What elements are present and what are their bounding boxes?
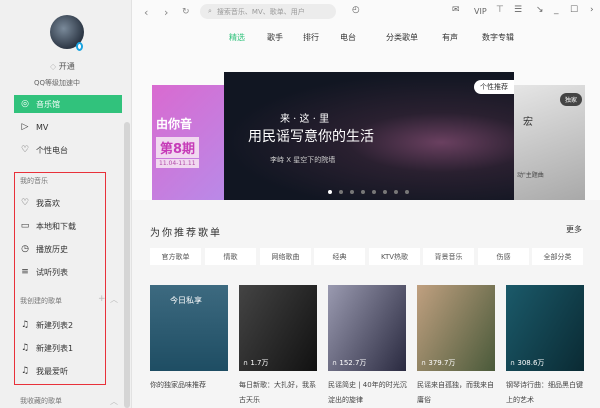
search-icon: ⌕: [208, 7, 212, 15]
sidebar: ◇ 开通 QQ等级加速中 ◎ 音乐馆 ▷ MV ♡ 个性电台 我的音乐 ♡ 我喜欢 ▭ 本…: [0, 0, 132, 408]
collapse-icon[interactable]: ︿: [110, 396, 118, 407]
sidebar-item-mv[interactable]: ▷ MV: [14, 118, 122, 136]
playlist-card[interactable]: ∩ 379.7万: [417, 285, 495, 371]
highlight-box: [14, 172, 106, 385]
banner-left[interactable]: 由你音 第8期 11.04-11.11: [152, 85, 226, 201]
collected-playlists-header: 我收藏的歌单: [20, 397, 62, 405]
vip-button[interactable]: VIP: [474, 7, 487, 16]
tab-digital-albums[interactable]: 数字专辑: [482, 32, 514, 43]
playlist-caption[interactable]: 民谣来自孤独，而我来自庸俗: [417, 378, 499, 408]
diamond-icon: ◇: [50, 62, 59, 71]
sidebar-scrollbar[interactable]: [124, 122, 130, 408]
tab-charts[interactable]: 排行: [303, 32, 319, 43]
playlist-caption[interactable]: 民谣简史 | 40年的时光沉淀出的旋律: [328, 378, 410, 408]
playlist-caption[interactable]: 钢琴诗行曲：细品黑白键上的艺术: [506, 378, 588, 408]
sidebar-item-music-hall[interactable]: ◎ 音乐馆: [14, 95, 122, 113]
tab-singers[interactable]: 歌手: [267, 32, 283, 43]
carousel-dots[interactable]: [328, 190, 409, 194]
playlist-card[interactable]: ∩ 152.7万: [328, 285, 406, 371]
online-badge: [76, 42, 83, 51]
carousel-dot[interactable]: [405, 190, 409, 194]
carousel-dot[interactable]: [372, 190, 376, 194]
maximize-icon[interactable]: ☐: [570, 5, 578, 15]
forward-icon[interactable]: ›: [164, 6, 168, 19]
category-chip[interactable]: 网络歌曲: [260, 248, 311, 265]
recognize-icon[interactable]: ◴: [352, 5, 360, 15]
section-title: 为你推荐歌单: [150, 228, 222, 239]
carousel-dot[interactable]: [350, 190, 354, 194]
music-hall-icon: ◎: [21, 99, 29, 109]
collapse-icon[interactable]: ︿: [110, 294, 118, 305]
banner-main[interactable]: 个性推荐 来 · 这 · 里 用民谣写意你的生活 李峙 X 星空下的院墙: [224, 72, 514, 200]
carousel-dot[interactable]: [394, 190, 398, 194]
playlist-card[interactable]: ∩ 308.6万: [506, 285, 584, 371]
carousel-dot[interactable]: [383, 190, 387, 194]
mv-icon: ▷: [21, 122, 29, 132]
tab-featured[interactable]: 精选: [229, 32, 245, 43]
banner-badge: 个性推荐: [474, 80, 514, 94]
skin-icon[interactable]: ⊤: [496, 5, 504, 15]
mini-mode-icon[interactable]: ↘: [536, 5, 544, 15]
carousel-dot[interactable]: [339, 190, 343, 194]
close-icon[interactable]: ›: [590, 5, 594, 15]
category-chip[interactable]: 伤感: [478, 248, 529, 265]
minimize-icon[interactable]: _: [554, 5, 559, 15]
refresh-icon[interactable]: ↻: [182, 7, 190, 17]
category-chip[interactable]: 经典: [314, 248, 365, 265]
category-chip[interactable]: 全部分类: [532, 248, 583, 265]
menu-icon[interactable]: ☰: [514, 5, 522, 15]
playlist-card[interactable]: 今日私享: [150, 285, 228, 371]
category-chip[interactable]: 情歌: [205, 248, 256, 265]
category-chip[interactable]: 官方歌单: [150, 248, 201, 265]
tab-categories[interactable]: 分类歌单: [386, 32, 418, 43]
tab-radio[interactable]: 电台: [340, 32, 356, 43]
level-text: QQ等级加速中: [34, 79, 81, 87]
back-icon[interactable]: ‹: [144, 6, 148, 19]
carousel-dot[interactable]: [361, 190, 365, 194]
mail-icon[interactable]: ✉: [452, 5, 460, 15]
radio-icon: ♡: [20, 145, 30, 155]
playlist-card[interactable]: ∩ 1.7万: [239, 285, 317, 371]
playlist-caption[interactable]: 你的独家品味推荐: [150, 378, 232, 393]
tab-audio[interactable]: 有声: [442, 32, 458, 43]
more-link[interactable]: 更多: [566, 224, 582, 235]
carousel-dot[interactable]: [328, 190, 332, 194]
open-vip[interactable]: ◇ 开通: [50, 61, 75, 72]
playlist-caption[interactable]: 每日新歌：大扎好，我系古天乐: [239, 378, 321, 408]
category-chip[interactable]: 背景音乐: [423, 248, 474, 265]
sidebar-item-radio[interactable]: ♡ 个性电台: [14, 141, 122, 159]
category-chip[interactable]: KTV热歌: [369, 248, 420, 265]
search-input[interactable]: ⌕ 搜索音乐、MV、歌单、用户: [200, 4, 336, 19]
banner-right[interactable]: 独家 宏 动"主题曲: [511, 85, 585, 201]
